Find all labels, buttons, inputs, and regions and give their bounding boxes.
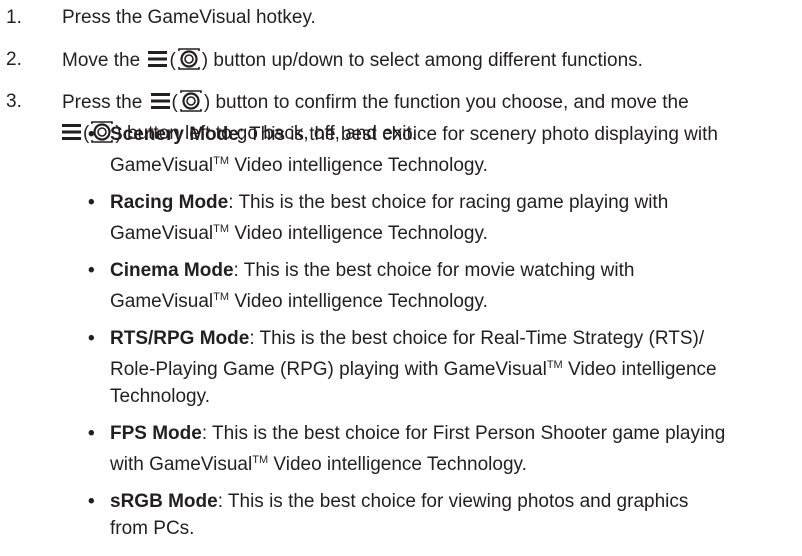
mode-description: Video intelligence Technology. (268, 454, 527, 475)
mode-name: Scenery Mode (110, 124, 239, 145)
mode-description: : This is the best choice for scenery ph… (238, 124, 718, 145)
trademark-mark: TM (213, 155, 230, 167)
step-number: 3. (6, 91, 22, 112)
list-item: • FPS Mode: This is the best choice for … (86, 420, 802, 478)
menu-lines-icon (62, 124, 81, 140)
trademark-mark: TM (546, 359, 563, 371)
mode-description: Video intelligence (562, 359, 717, 380)
step-text-pre: Press the (62, 92, 143, 113)
bullet-dot: • (88, 491, 95, 512)
mode-description: with GameVisual (110, 454, 253, 475)
mode-description: GameVisual (110, 223, 214, 244)
trademark-mark: TM (213, 291, 230, 303)
list-item: • RTS/RPG Mode: This is the best choice … (86, 325, 802, 410)
menu-lines-icon (150, 93, 170, 109)
mode-name: sRGB Mode (110, 491, 218, 512)
mode-list: • Scenery Mode: This is the best choice … (86, 121, 802, 552)
mode-name: Cinema Mode (110, 260, 234, 281)
bullet-dot: • (88, 124, 95, 145)
mode-name: Racing Mode (110, 192, 229, 213)
mode-description: Video intelligence Technology. (229, 291, 488, 312)
five-way-joystick-icon (179, 89, 203, 113)
mode-description: : This is the best choice for movie watc… (233, 260, 635, 281)
step-text-mid: button to confirm the function you choos… (215, 92, 689, 113)
list-item: • sRGB Mode: This is the best choice for… (86, 488, 802, 542)
manual-page: 1. Press the GameVisual hotkey. 2. Move … (0, 0, 802, 556)
list-item: • Cinema Mode: This is the best choice f… (86, 257, 802, 315)
mode-description: GameVisual (110, 291, 214, 312)
mode-description: : This is the best choice for racing gam… (228, 192, 669, 213)
mode-description: Video intelligence Technology. (229, 155, 488, 176)
mode-description: : This is the best choice for viewing ph… (217, 491, 689, 512)
bullet-dot: • (88, 192, 95, 213)
step-text: Press the GameVisual hotkey. (62, 7, 316, 28)
trademark-mark: TM (252, 454, 269, 466)
step-text-pre: Move the (62, 50, 141, 71)
step-number: 1. (6, 7, 22, 28)
mode-description: : This is the best choice for First Pers… (201, 423, 726, 444)
mode-description: Technology. (110, 386, 210, 407)
bullet-dot: • (88, 423, 95, 444)
mode-description: from PCs. (110, 518, 195, 539)
mode-description: : This is the best choice for Real-Time … (249, 328, 705, 349)
five-way-joystick-icon (177, 47, 201, 71)
step-text: Move the ( ) button up/down to select am… (62, 47, 792, 74)
mode-description: Video intelligence Technology. (229, 223, 488, 244)
mode-name: FPS Mode (110, 423, 202, 444)
step-text: Press the ( ) button to confirm the func… (62, 89, 792, 116)
step-number: 2. (6, 49, 22, 70)
mode-name: RTS/RPG Mode (110, 328, 250, 349)
step-text-post: button up/down to select among different… (213, 50, 643, 71)
trademark-mark: TM (213, 223, 230, 235)
list-item: • Scenery Mode: This is the best choice … (86, 121, 802, 179)
bullet-dot: • (88, 328, 95, 349)
mode-description: GameVisual (110, 155, 214, 176)
bullet-dot: • (88, 260, 95, 281)
menu-lines-icon (148, 51, 168, 67)
list-item: • Racing Mode: This is the best choice f… (86, 189, 802, 247)
mode-description: Role-Playing Game (RPG) playing with Gam… (110, 359, 547, 380)
